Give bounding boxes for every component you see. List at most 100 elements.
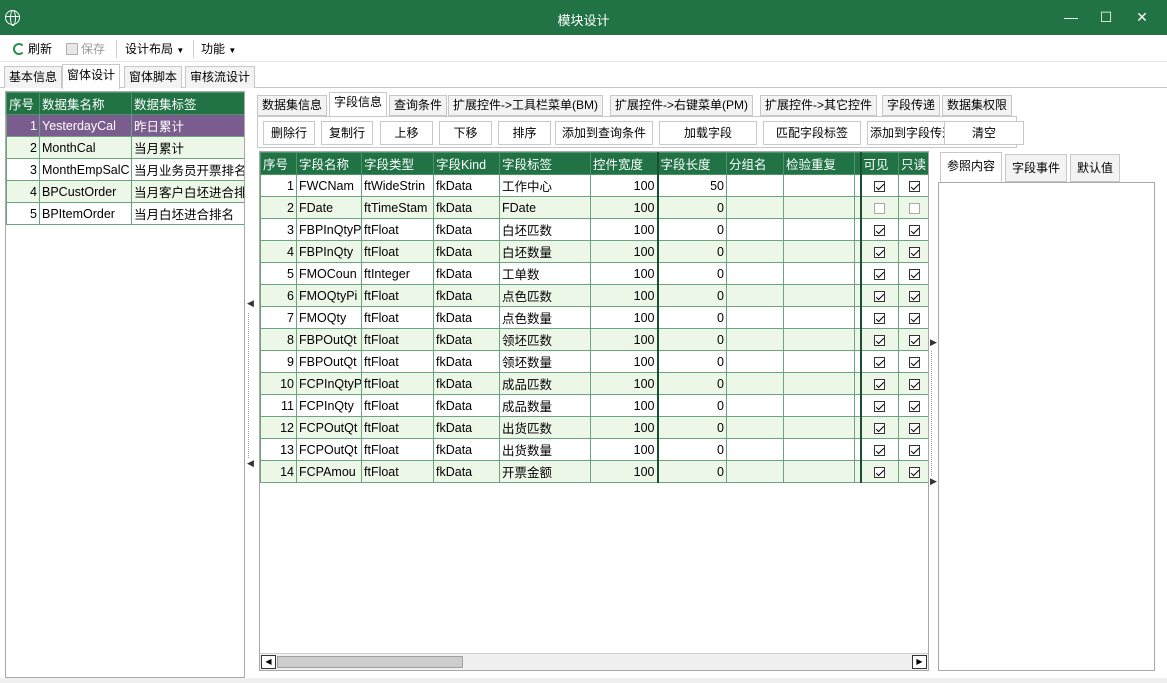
field-cell-type[interactable]: ftFloat [361, 218, 434, 241]
load-fields-button[interactable]: 加载字段 [659, 121, 757, 145]
collapse-right-icon[interactable]: ▶ [930, 476, 937, 487]
field-cell-width[interactable]: 100 [590, 372, 658, 395]
tab-form-design[interactable]: 窗体设计 [62, 64, 121, 89]
tab-field-events[interactable]: 字段事件 [1005, 154, 1068, 182]
close-button[interactable]: ✕ [1124, 0, 1160, 35]
field-cell-readonly[interactable] [898, 174, 928, 197]
field-cell-width[interactable]: 100 [590, 240, 658, 263]
visible-checkbox[interactable] [874, 268, 886, 280]
sort-button[interactable]: 排序 [498, 121, 551, 145]
field-cell-no[interactable]: 1 [260, 174, 297, 197]
field-cell-type[interactable]: ftFloat [361, 460, 434, 483]
field-cell-dup[interactable] [783, 350, 855, 373]
field-cell-kind[interactable]: fkData [433, 328, 500, 351]
field-cell-readonly[interactable] [898, 328, 928, 351]
field-cell-width[interactable]: 100 [590, 394, 658, 417]
dataset-label[interactable]: 当月客户白坯进合排 [131, 180, 244, 203]
field-cell-visible[interactable] [860, 438, 899, 461]
tab-approval-flow[interactable]: 审核流设计 [185, 66, 256, 88]
field-cell-name[interactable]: FWCNam [296, 174, 362, 197]
field-row[interactable]: 6 FMOQtyPi ftFloat fkData 点色匹数 100 0 [260, 284, 928, 307]
field-row[interactable]: 7 FMOQty ftFloat fkData 点色数量 100 0 [260, 306, 928, 329]
dataset-label[interactable]: 当月白坯进合排名 [131, 202, 244, 225]
field-cell-no[interactable]: 2 [260, 196, 297, 219]
field-cell-group[interactable] [726, 262, 784, 285]
field-cell-width[interactable]: 100 [590, 416, 658, 439]
field-cell-readonly[interactable] [898, 438, 928, 461]
field-cell-kind[interactable]: fkData [433, 460, 500, 483]
field-cell-dup[interactable] [783, 372, 855, 395]
collapse-right-icon[interactable]: ▶ [930, 337, 937, 348]
field-cell-dup[interactable] [783, 394, 855, 417]
field-cell-no[interactable]: 7 [260, 306, 297, 329]
field-cell-width[interactable]: 100 [590, 196, 658, 219]
tab-field-transfer[interactable]: 字段传递 [882, 95, 941, 116]
field-cell-name[interactable]: FCPInQtyP [296, 372, 362, 395]
field-cell-dup[interactable] [783, 174, 855, 197]
layout-menu-button[interactable]: 设计布局 ▼ [125, 39, 184, 59]
col-header[interactable]: 数据集标签 [131, 92, 244, 115]
col-header[interactable]: 数据集名称 [39, 92, 132, 115]
dataset-name[interactable]: YesterdayCal [39, 114, 132, 137]
dataset-row[interactable]: 2 MonthCal 当月累计 [6, 136, 244, 159]
readonly-checkbox[interactable] [908, 180, 920, 192]
tab-reference-content[interactable]: 参照内容 [940, 152, 1003, 183]
tab-query-conditions[interactable]: 查询条件 [389, 95, 448, 116]
col-header[interactable]: 控件宽度 [590, 152, 658, 175]
tab-dataset-info[interactable]: 数据集信息 [257, 95, 328, 116]
splitter-grip[interactable] [931, 351, 935, 476]
field-cell-no[interactable]: 14 [260, 460, 297, 483]
readonly-checkbox[interactable] [908, 400, 920, 412]
field-cell-dup[interactable] [783, 328, 855, 351]
field-cell-dup[interactable] [783, 460, 855, 483]
field-cell-readonly[interactable] [898, 262, 928, 285]
refresh-button[interactable]: 刷新 [13, 39, 52, 59]
field-cell-label[interactable]: FDate [499, 196, 591, 219]
visible-checkbox[interactable] [874, 422, 886, 434]
move-up-button[interactable]: 上移 [380, 121, 433, 145]
dataset-row[interactable]: 5 BPItemOrder 当月白坯进合排名 [6, 202, 244, 225]
field-cell-type[interactable]: ftFloat [361, 240, 434, 263]
field-cell-type[interactable]: ftFloat [361, 438, 434, 461]
tab-toolbar-menu[interactable]: 扩展控件->工具栏菜单(BM) [448, 95, 603, 116]
field-row[interactable]: 9 FBPOutQt ftFloat fkData 领坯数量 100 0 [260, 350, 928, 373]
field-cell-readonly[interactable] [898, 416, 928, 439]
collapse-left-icon[interactable]: ◀ [247, 298, 254, 309]
field-cell-visible[interactable] [860, 262, 899, 285]
dataset-name[interactable]: MonthCal [39, 136, 132, 159]
field-row[interactable]: 10 FCPInQtyP ftFloat fkData 成品匹数 100 0 [260, 372, 928, 395]
col-header[interactable]: 字段长度 [656, 152, 727, 175]
field-cell-label[interactable]: 点色匹数 [499, 284, 591, 307]
field-cell-label[interactable]: 出货匹数 [499, 416, 591, 439]
readonly-checkbox[interactable] [908, 224, 920, 236]
reference-content-area[interactable] [938, 182, 1155, 671]
tab-field-info[interactable]: 字段信息 [329, 92, 388, 116]
field-cell-kind[interactable]: fkData [433, 240, 500, 263]
field-cell-visible[interactable] [860, 394, 899, 417]
field-cell-kind[interactable]: fkData [433, 416, 500, 439]
field-cell-group[interactable] [726, 328, 784, 351]
field-cell-type[interactable]: ftFloat [361, 416, 434, 439]
maximize-button[interactable]: ☐ [1088, 0, 1124, 35]
field-cell-readonly[interactable] [898, 240, 928, 263]
visible-checkbox[interactable] [874, 334, 886, 346]
field-row[interactable]: 11 FCPInQty ftFloat fkData 成品数量 100 0 [260, 394, 928, 417]
field-cell-length[interactable]: 0 [656, 262, 727, 285]
readonly-checkbox[interactable] [908, 378, 920, 390]
field-cell-no[interactable]: 8 [260, 328, 297, 351]
field-cell-name[interactable]: FBPInQtyP [296, 218, 362, 241]
readonly-checkbox[interactable] [908, 444, 920, 456]
field-row[interactable]: 1 FWCNam ftWideStrin fkData 工作中心 100 50 [260, 174, 928, 197]
dataset-label[interactable]: 当月业务员开票排名 [131, 158, 244, 181]
field-cell-length[interactable]: 50 [656, 174, 727, 197]
field-cell-no[interactable]: 5 [260, 262, 297, 285]
move-down-button[interactable]: 下移 [439, 121, 492, 145]
field-cell-visible[interactable] [860, 328, 899, 351]
field-cell-type[interactable]: ftFloat [361, 372, 434, 395]
field-cell-label[interactable]: 工单数 [499, 262, 591, 285]
field-cell-name[interactable]: FDate [296, 196, 362, 219]
field-cell-kind[interactable]: fkData [433, 394, 500, 417]
field-cell-length[interactable]: 0 [656, 284, 727, 307]
tab-form-script[interactable]: 窗体脚本 [124, 66, 183, 88]
field-cell-group[interactable] [726, 196, 784, 219]
